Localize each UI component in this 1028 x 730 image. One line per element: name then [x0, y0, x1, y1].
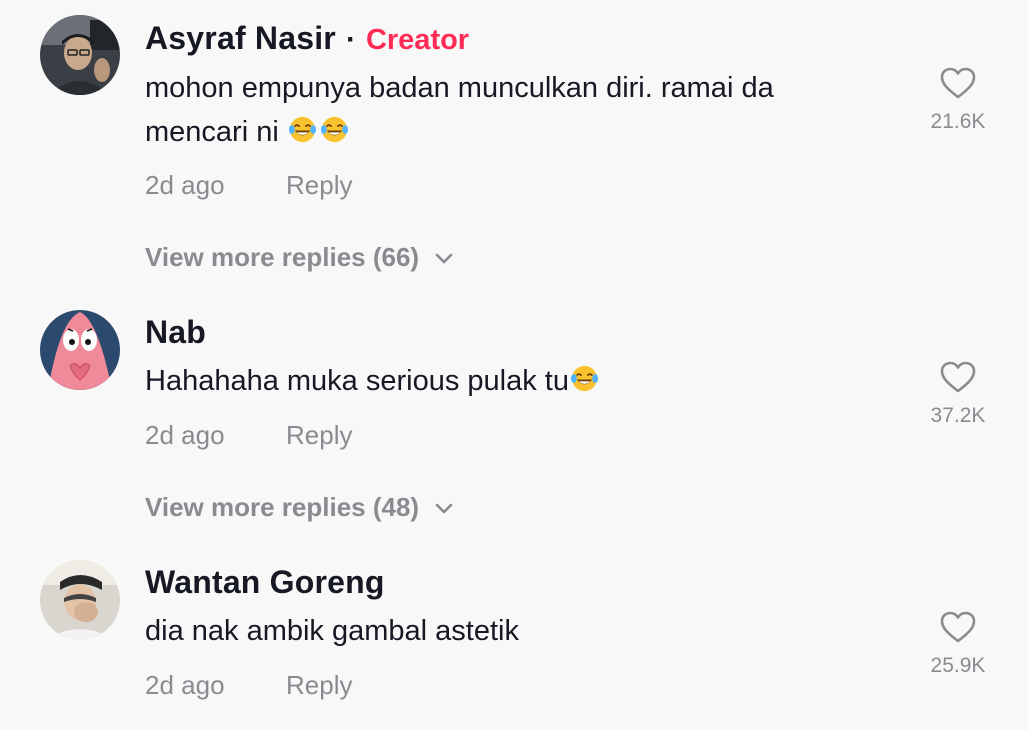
comment-text-line: mohon empunya badan munculkan diri. rama… [145, 72, 774, 104]
avatar[interactable] [40, 15, 120, 95]
comment-author[interactable]: Wantan Goreng [145, 564, 385, 601]
like-count: 21.6K [930, 110, 986, 133]
like-count: 25.9K [930, 654, 986, 677]
chevron-down-icon [435, 253, 453, 263]
face-with-tears-of-joy-emoji-icon [569, 363, 600, 394]
comment-text-fragment: Hahahaha muka serious pulak tu [145, 365, 569, 397]
comment-text-fragment: dia nak ambik gambal astetik [145, 615, 519, 647]
comment-text: dia nak ambik gambal astetik [145, 609, 865, 653]
comment-meta: 2d ago Reply [145, 670, 352, 701]
comment-author[interactable]: Asyraf Nasir [145, 20, 336, 57]
reply-button[interactable]: Reply [286, 170, 352, 201]
view-more-replies-label: View more replies (66) [145, 242, 420, 272]
reply-button[interactable]: Reply [286, 670, 352, 701]
separator-dot: · [345, 23, 356, 56]
comment-text-fragment: mencari ni [145, 116, 287, 148]
comment-time: 2d ago [145, 670, 225, 700]
comment-meta: 2d ago Reply [145, 420, 352, 451]
comment-text-line: mencari ni [145, 110, 865, 154]
creator-badge: Creator [365, 24, 470, 56]
comment-text: Hahahaha muka serious pulak tu [145, 359, 865, 403]
comment-text: mohon empunya badan munculkan diri. rama… [145, 66, 865, 154]
reply-button[interactable]: Reply [286, 420, 352, 451]
heart-outline-icon[interactable] [938, 608, 978, 648]
view-more-replies-button[interactable]: View more replies (66) [145, 242, 455, 273]
like-group: 37.2K [918, 358, 998, 428]
comment-meta: 2d ago Reply [145, 170, 352, 201]
face-with-tears-of-joy-emoji-icon [319, 114, 350, 145]
face-with-tears-of-joy-emoji-icon [287, 114, 318, 145]
like-group: 21.6K [918, 64, 998, 134]
avatar[interactable] [40, 560, 120, 640]
comment-time: 2d ago [145, 170, 225, 200]
like-group: 25.9K [918, 608, 998, 678]
heart-outline-icon[interactable] [938, 64, 978, 104]
like-count: 37.2K [930, 404, 986, 427]
view-more-replies-label: View more replies (48) [145, 492, 420, 522]
heart-outline-icon[interactable] [938, 358, 978, 398]
comment-author[interactable]: Nab [145, 314, 206, 351]
view-more-replies-button[interactable]: View more replies (48) [145, 492, 455, 523]
chevron-down-icon [435, 503, 453, 513]
avatar[interactable] [40, 310, 120, 390]
comment-time: 2d ago [145, 420, 225, 450]
